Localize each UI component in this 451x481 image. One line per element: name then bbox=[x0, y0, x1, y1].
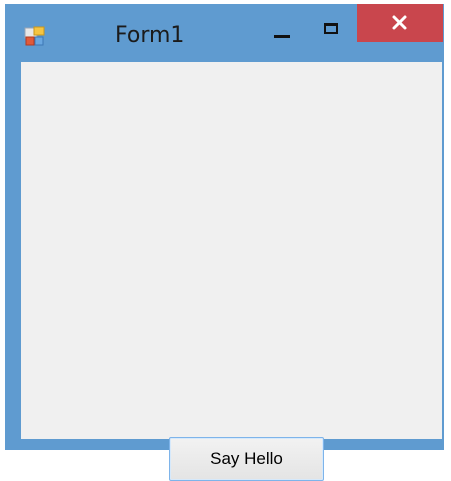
close-icon bbox=[392, 15, 407, 30]
title-bar[interactable]: Form1 bbox=[5, 4, 444, 60]
window-title: Form1 bbox=[115, 23, 185, 48]
form-client-area: Say Hello bbox=[21, 62, 442, 481]
say-hello-button[interactable]: Say Hello bbox=[169, 437, 324, 481]
minimize-icon bbox=[274, 35, 290, 38]
app-window: Form1 Say Hello bbox=[5, 4, 444, 481]
app-icon[interactable] bbox=[24, 26, 46, 48]
maximize-button[interactable] bbox=[307, 4, 353, 42]
maximize-icon bbox=[324, 23, 338, 34]
close-button[interactable] bbox=[357, 4, 443, 42]
minimize-button[interactable] bbox=[257, 4, 307, 42]
